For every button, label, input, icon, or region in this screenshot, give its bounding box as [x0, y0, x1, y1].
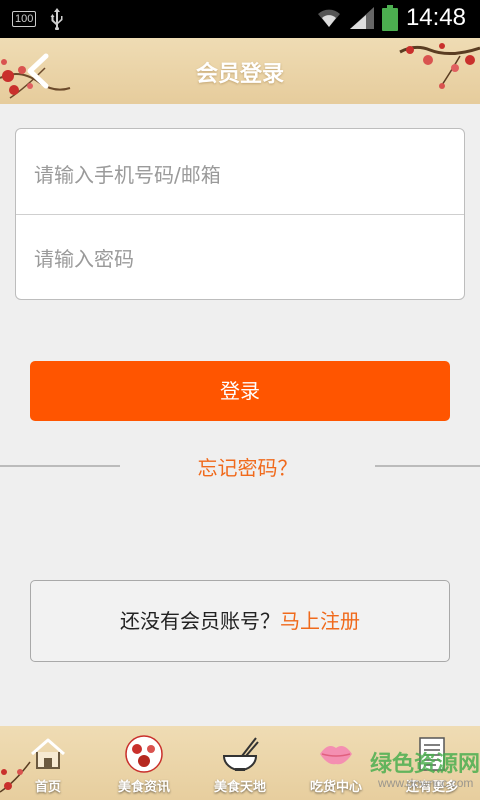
usb-icon — [50, 8, 63, 30]
plum-blossom-decoration — [399, 43, 480, 89]
battery-level-badge: 100 — [12, 11, 37, 27]
divider — [0, 465, 120, 467]
nav-label: 首页 — [34, 780, 61, 795]
bowl-chopsticks-icon — [222, 737, 259, 771]
nav-label: 美食天地 — [213, 780, 266, 795]
nav-item-food-news[interactable]: 美食资讯 — [96, 726, 192, 800]
food-news-icon — [125, 735, 163, 773]
watermark-text: 绿色资源网 — [370, 752, 480, 777]
signal-icon — [349, 7, 374, 29]
divider — [16, 214, 464, 215]
header-bar: 会员登录 — [0, 38, 480, 104]
forgot-password-link[interactable]: 忘记密码？ — [120, 452, 375, 481]
register-prompt: 还没有会员账号？ — [120, 609, 280, 633]
register-link[interactable]: 马上注册 — [280, 609, 360, 633]
home-icon — [31, 738, 65, 769]
nav-item-home[interactable]: 首页 — [0, 726, 96, 800]
watermark-url: www.downcc.com — [378, 776, 474, 790]
divider — [375, 465, 480, 467]
nav-item-food-world[interactable]: 美食天地 — [192, 726, 288, 800]
battery-icon — [381, 5, 398, 31]
password-input[interactable] — [34, 239, 454, 279]
wifi-icon — [317, 9, 340, 27]
nav-label: 美食资讯 — [117, 780, 170, 795]
status-bar: 100 14:48 — [0, 0, 480, 38]
login-form — [15, 128, 465, 300]
register-box: 还没有会员账号？马上注册 — [30, 580, 450, 662]
login-button[interactable]: 登录 — [30, 361, 450, 421]
watermark: 绿色资源网 www.downcc.com — [330, 740, 480, 800]
phone-email-input[interactable] — [34, 155, 454, 195]
clock: 14:48 — [405, 4, 466, 31]
